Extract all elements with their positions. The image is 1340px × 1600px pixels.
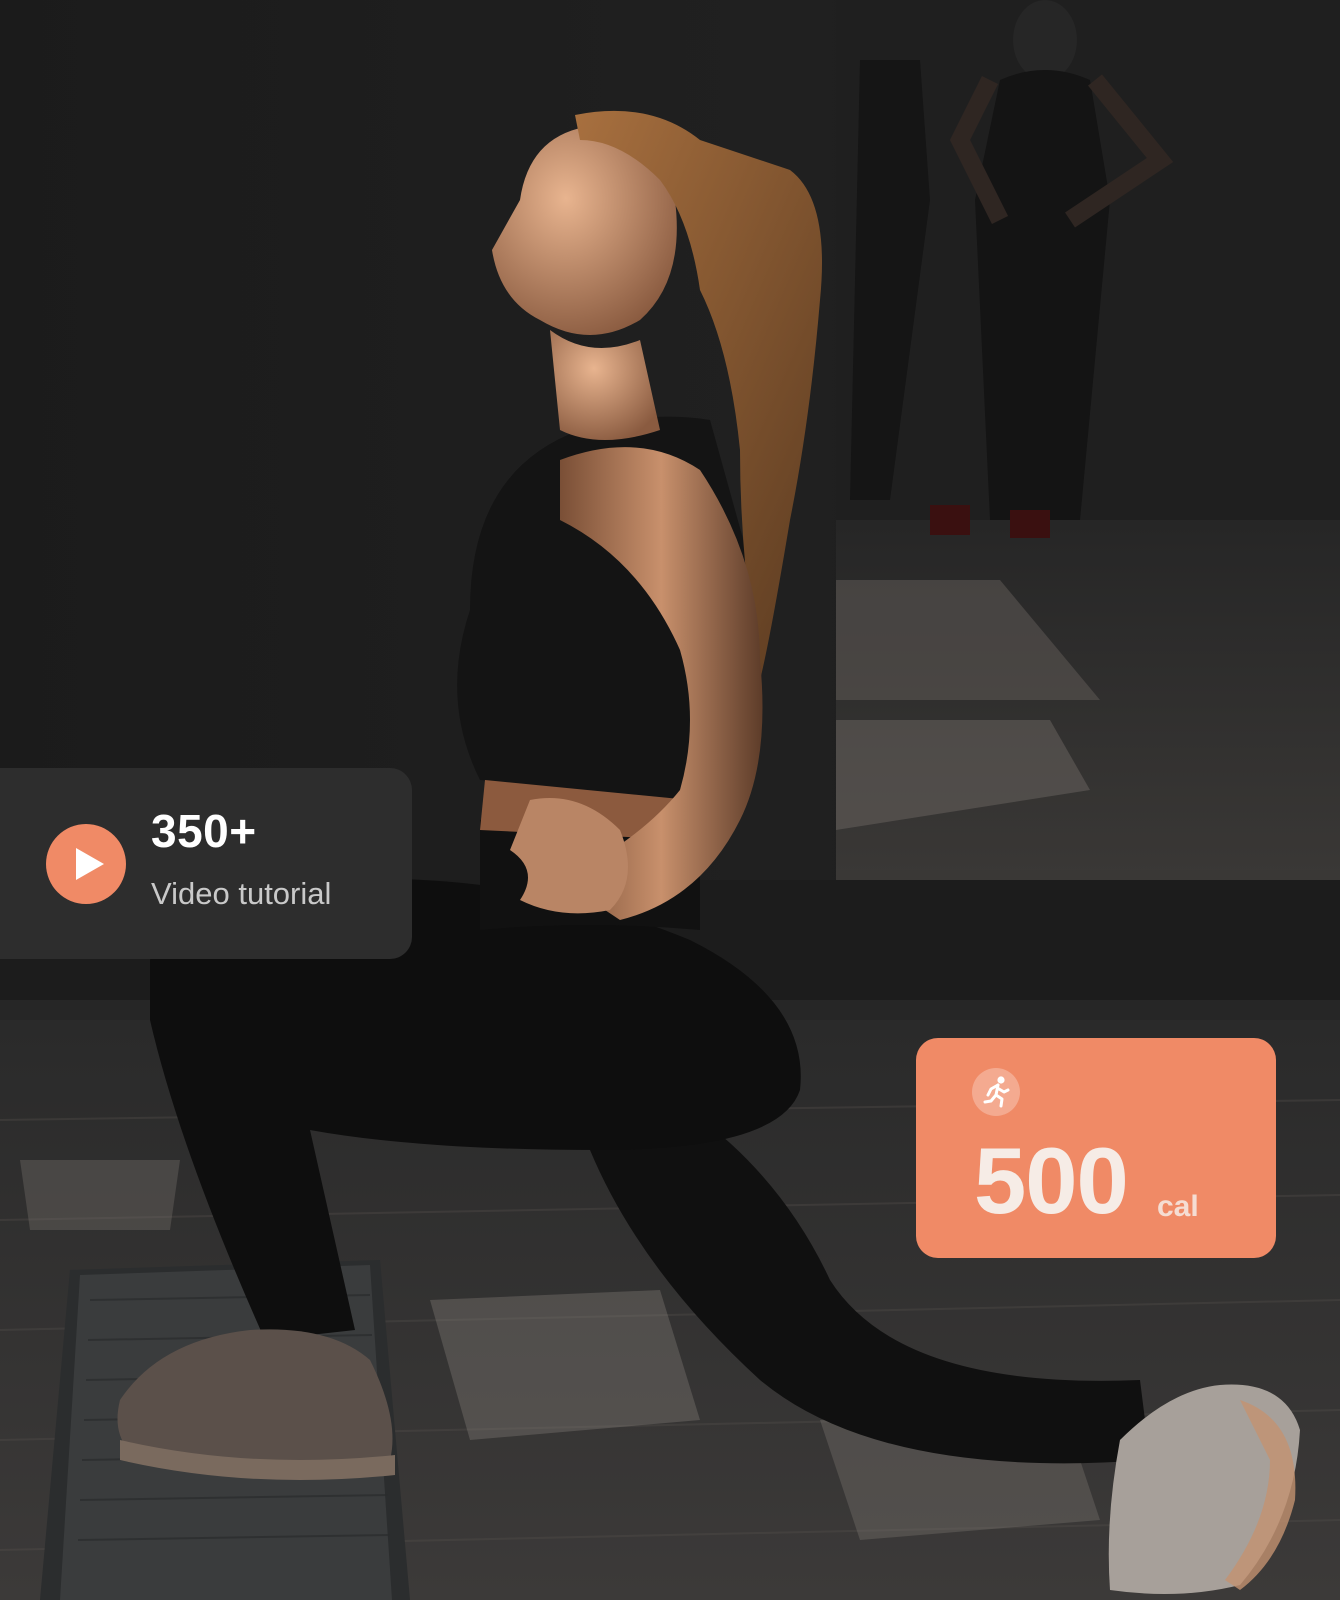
tutorial-count: 350+ [151,805,257,857]
calorie-unit: cal [1157,1190,1199,1223]
running-person-icon [983,1076,1010,1108]
video-tutorial-card: 350+ Video tutorial [0,768,412,959]
calorie-value: 500 [974,1128,1129,1233]
tutorial-label: Video tutorial [151,876,332,911]
play-button[interactable] [46,824,126,904]
running-badge [972,1068,1020,1116]
play-icon [76,848,104,880]
calorie-card: 500 cal [916,1038,1276,1258]
hero-section: 350+ Video tutorial 500 cal [0,0,1340,1600]
